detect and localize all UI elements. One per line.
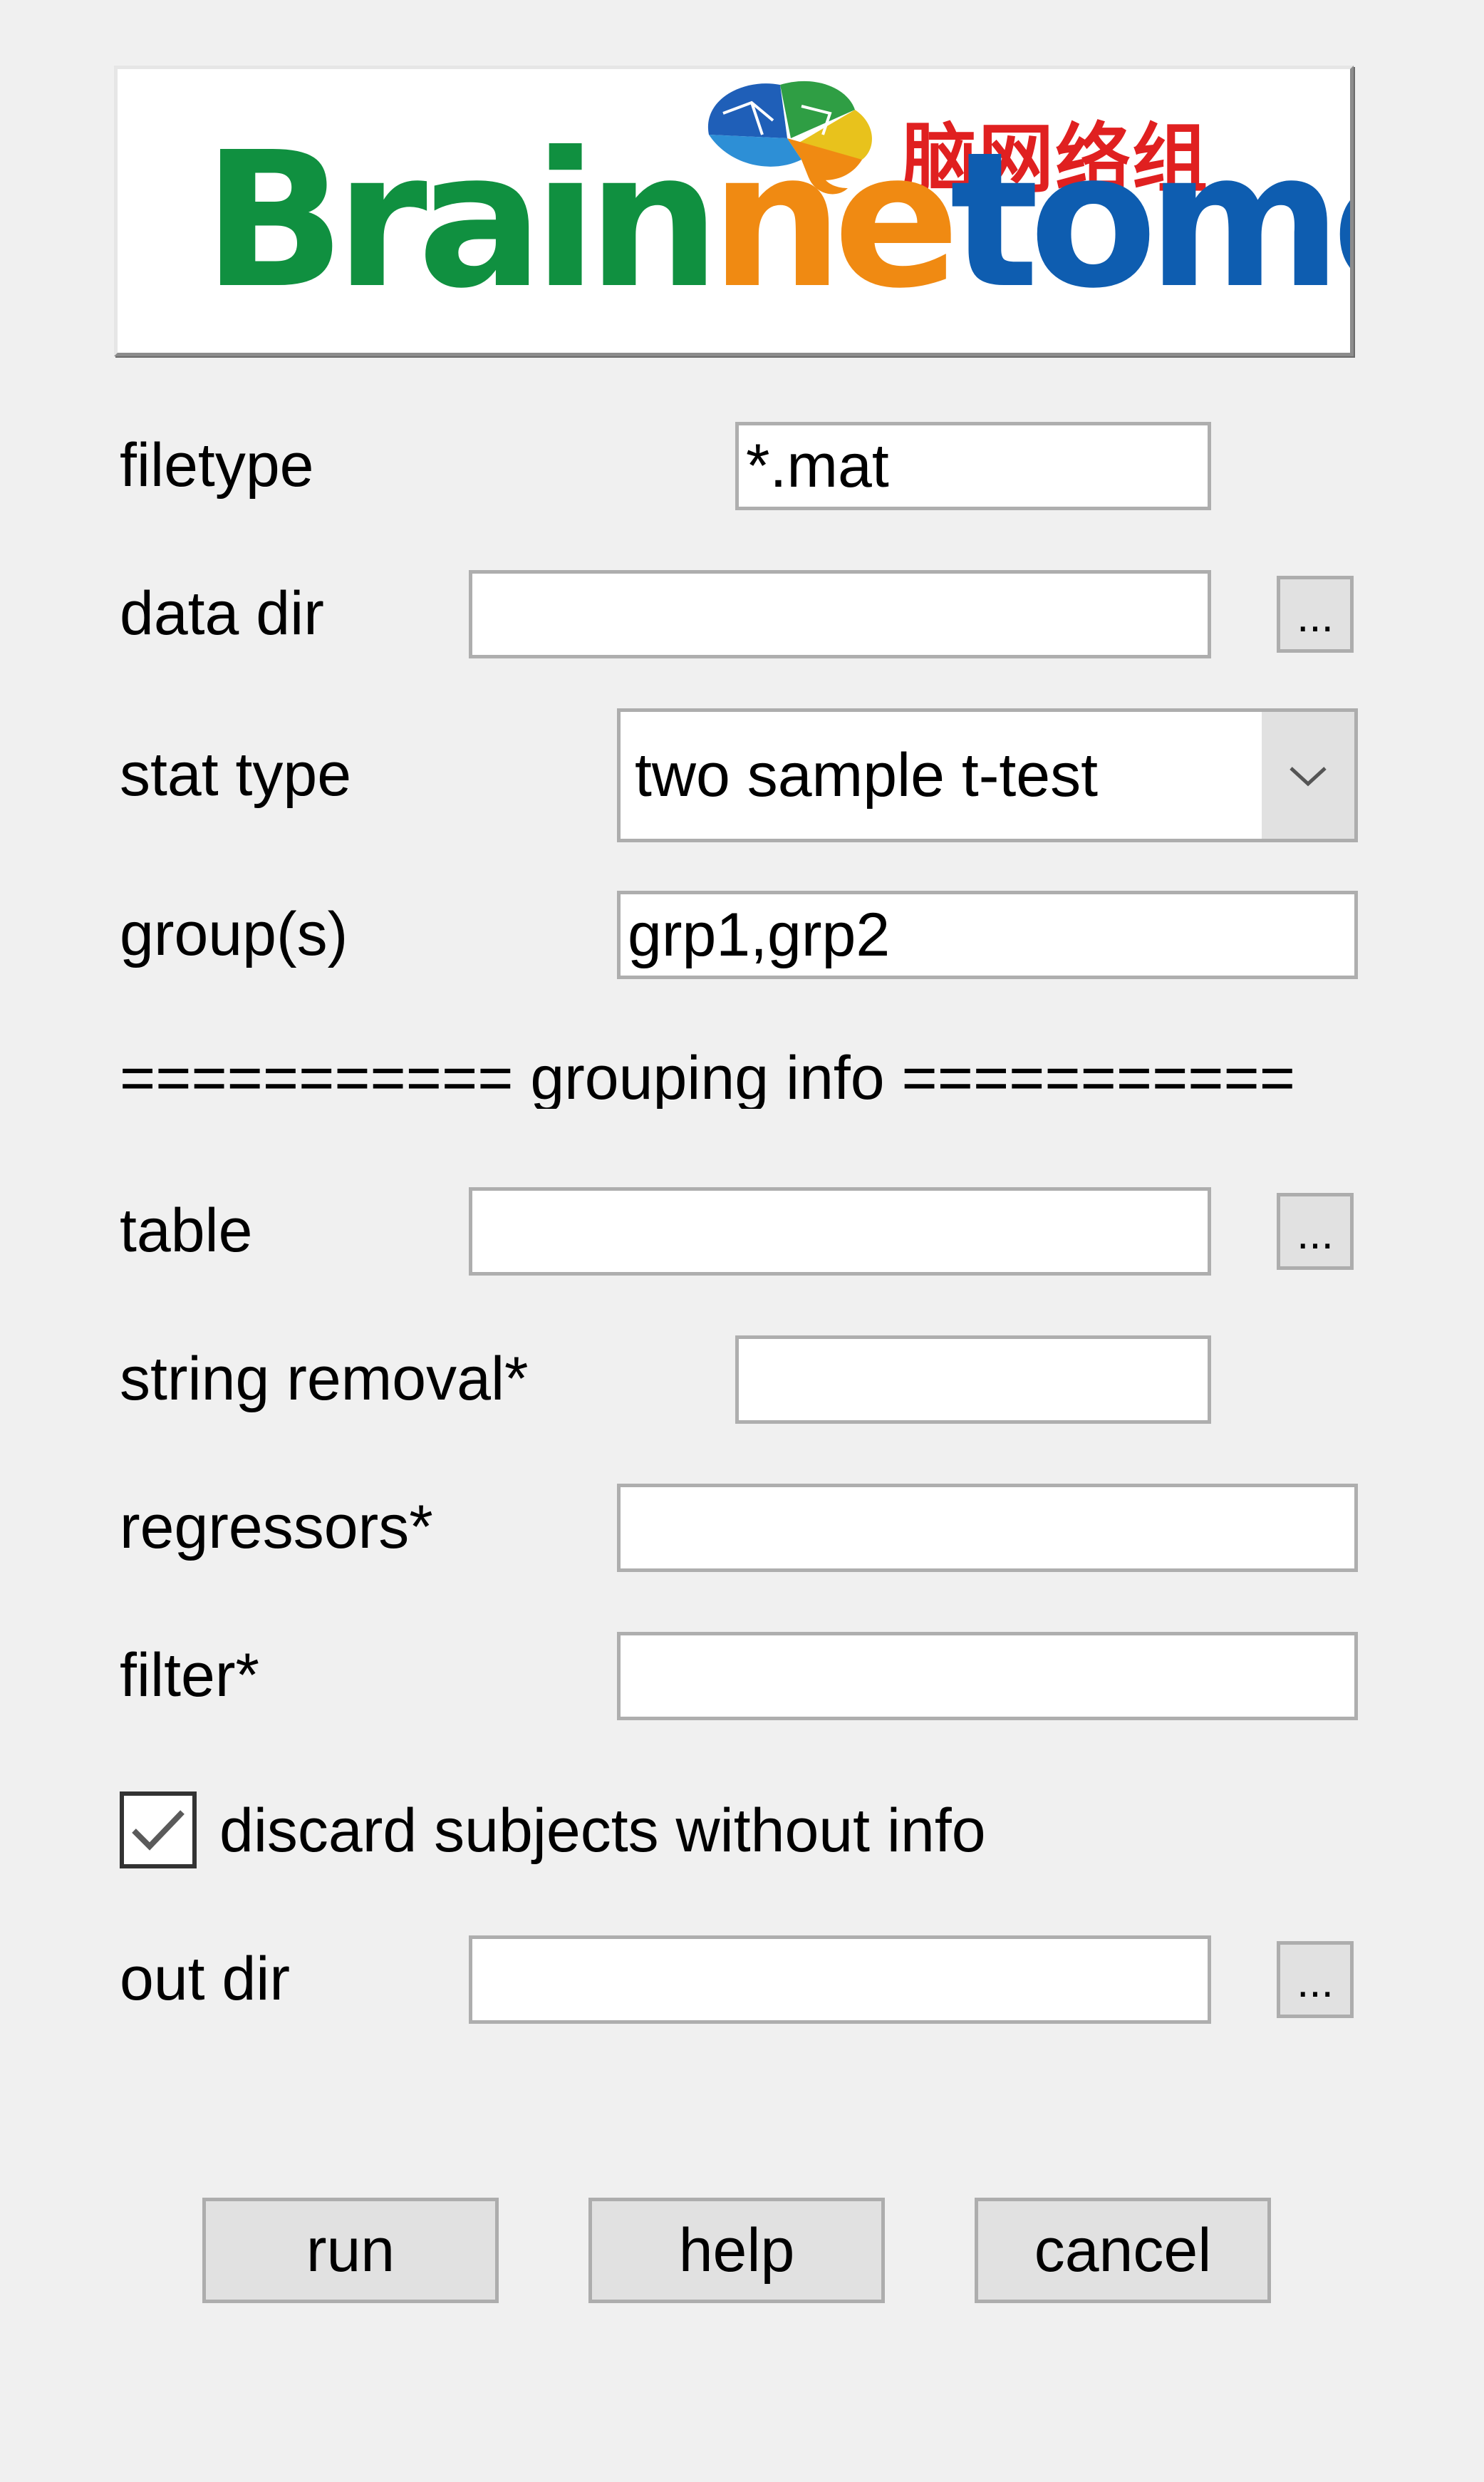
out-dir-browse-button[interactable]: ... (1277, 1941, 1354, 2018)
filter-field[interactable] (617, 1632, 1358, 1720)
discard-label[interactable]: discard subjects without info (219, 1800, 986, 1861)
filetype-label: filetype (120, 431, 314, 500)
filetype-field[interactable]: *.mat (735, 422, 1211, 510)
filter-label: filter* (120, 1641, 259, 1710)
table-label: table (120, 1196, 253, 1265)
grouping-info-separator: =========== grouping info =========== (120, 1048, 1295, 1109)
table-browse-button[interactable]: ... (1277, 1193, 1354, 1270)
table-browse-label: ... (1297, 1209, 1334, 1258)
help-button[interactable]: help (588, 2198, 885, 2303)
data-dir-browse-label: ... (1297, 592, 1334, 641)
data-dir-browse-button[interactable]: ... (1277, 576, 1354, 653)
logo-word-tome: tome (950, 112, 1350, 329)
data-dir-field[interactable] (469, 570, 1211, 658)
data-dir-label: data dir (120, 579, 324, 648)
cancel-button[interactable]: cancel (975, 2198, 1271, 2303)
help-button-label: help (678, 2216, 795, 2285)
out-dir-browse-label: ... (1297, 1958, 1334, 2007)
run-button-label: run (306, 2216, 395, 2285)
out-dir-label: out dir (120, 1945, 291, 2013)
stat-type-label: stat type (120, 740, 352, 809)
string-removal-field[interactable] (735, 1335, 1211, 1424)
stat-type-dropdown[interactable]: two sample t-test (617, 708, 1358, 842)
table-field[interactable] (469, 1187, 1211, 1276)
groups-label: group(s) (120, 900, 348, 968)
logo-word-ne: ne (710, 112, 960, 329)
discard-checkbox[interactable] (120, 1791, 197, 1868)
chevron-down-icon (1290, 767, 1327, 787)
checkmark-icon (132, 1810, 185, 1851)
cancel-button-label: cancel (1034, 2216, 1212, 2285)
stat-type-value: two sample t-test (635, 741, 1098, 810)
out-dir-field[interactable] (469, 1935, 1211, 2024)
logo-wordmark: Brainnetome (203, 128, 1350, 314)
groups-value: grp1,grp2 (628, 901, 891, 969)
brainnetome-logo: 脑网络组 Brainnetome (114, 66, 1354, 356)
stat-type-dropdown-button[interactable] (1262, 712, 1354, 839)
filetype-value: *.mat (746, 432, 889, 500)
regressors-label: regressors* (120, 1493, 433, 1561)
logo-word-brain: Brain (203, 112, 720, 329)
string-removal-label: string removal* (120, 1345, 529, 1413)
run-button[interactable]: run (202, 2198, 499, 2303)
regressors-field[interactable] (617, 1484, 1358, 1572)
groups-field[interactable]: grp1,grp2 (617, 891, 1358, 979)
